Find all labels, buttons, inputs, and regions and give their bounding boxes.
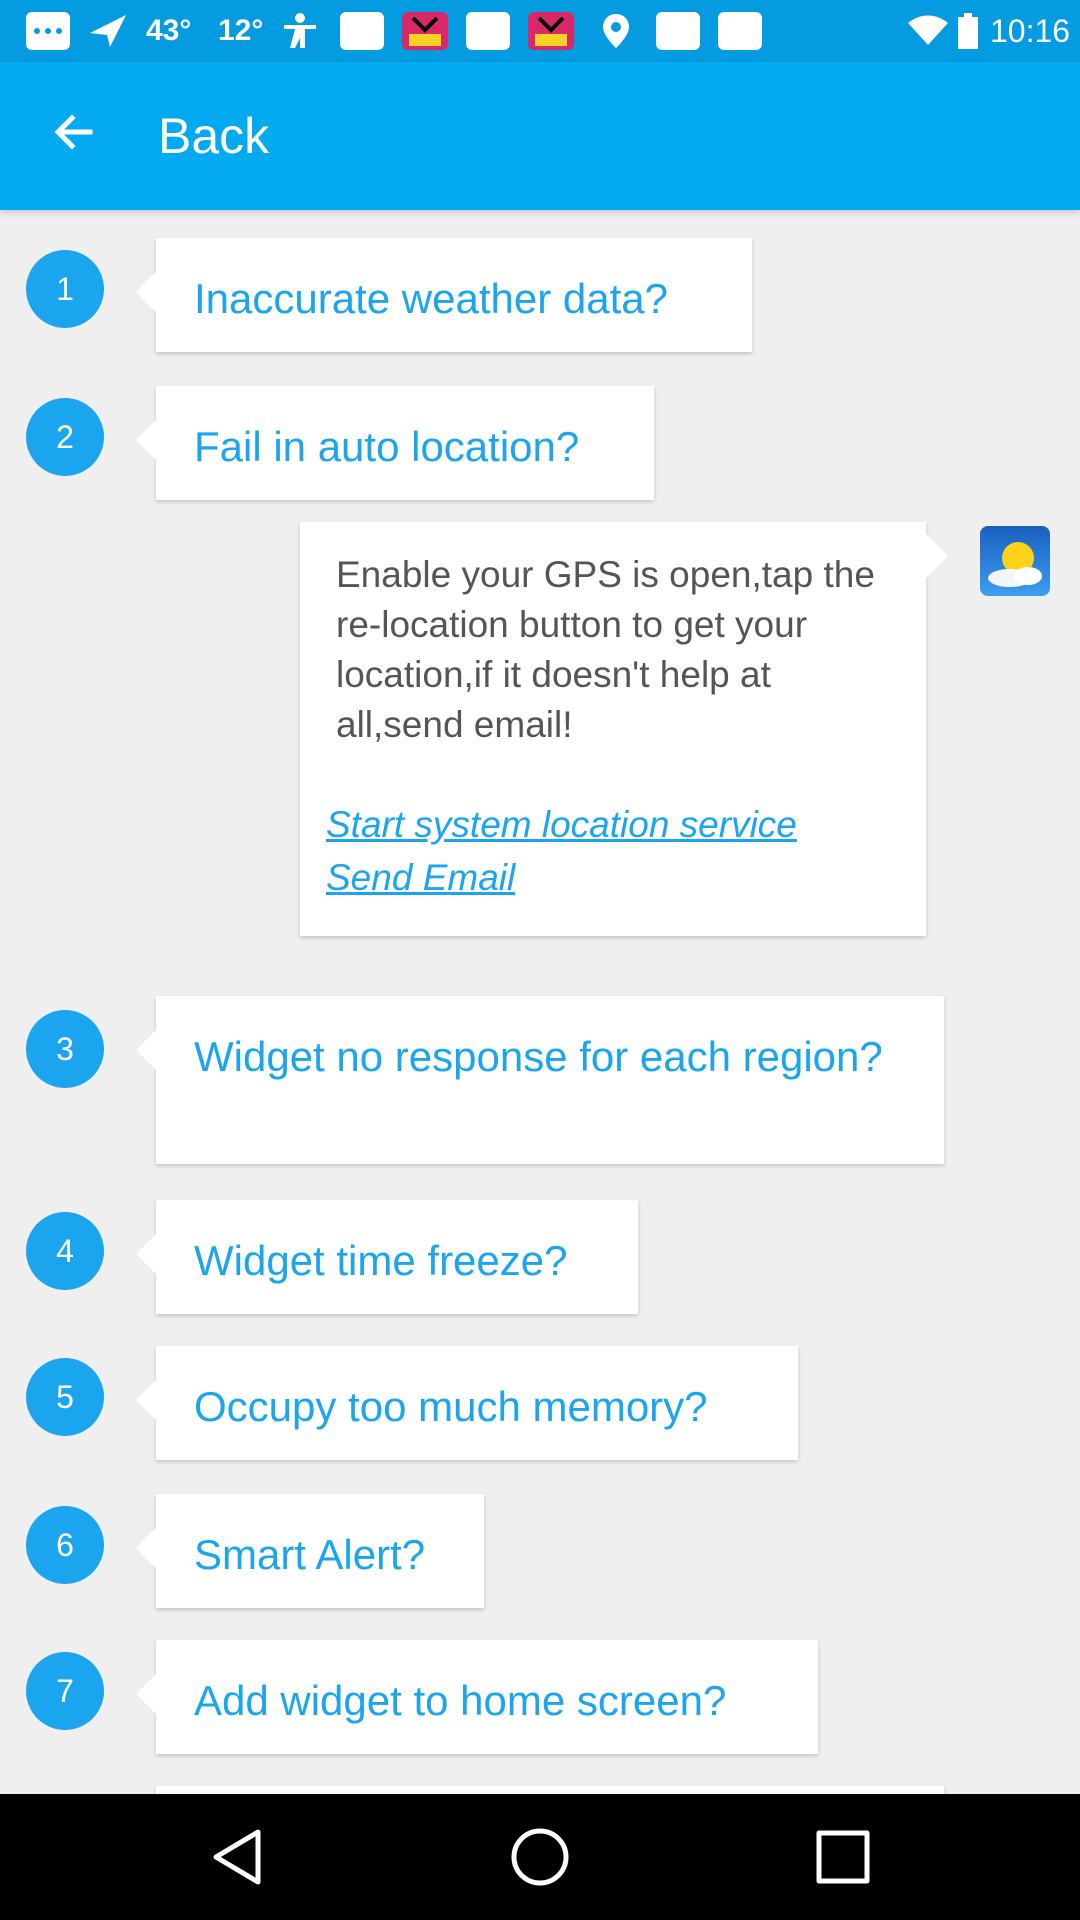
app-icon	[718, 12, 762, 50]
pop-app-icon	[402, 12, 448, 50]
nav-back-icon[interactable]	[206, 1824, 272, 1890]
faq-question-4[interactable]: Widget time freeze?	[136, 1200, 638, 1314]
faq-number-badge: 4	[26, 1212, 104, 1290]
wifi-icon	[908, 12, 948, 50]
app-icon	[656, 12, 700, 50]
nav-recents-icon[interactable]	[810, 1824, 876, 1890]
faq-question-1[interactable]: Inaccurate weather data?	[136, 238, 752, 352]
app-bar: Back	[0, 62, 1080, 210]
faq-number-badge: 2	[26, 398, 104, 476]
notification-icon	[26, 12, 70, 50]
answer-bubble: Enable your GPS is open,tap the re-locat…	[300, 522, 948, 936]
faq-list: 1 Inaccurate weather data? 2 Fail in aut…	[0, 210, 1080, 1794]
status-time: 10:16	[990, 12, 1071, 49]
faq-question-3[interactable]: Widget no response for each region?	[136, 996, 944, 1164]
pop-app-icon	[528, 12, 574, 50]
map-pin-icon	[596, 12, 636, 50]
answer-text: Enable your GPS is open,tap the re-locat…	[336, 554, 875, 745]
faq-question-2[interactable]: Fail in auto location?	[136, 386, 654, 500]
faq-number-badge: 1	[26, 250, 104, 328]
start-location-service-link[interactable]: Start system location service	[326, 798, 886, 851]
status-bar: 43° 12° 10:16	[0, 0, 1080, 62]
accessibility-icon	[280, 12, 320, 50]
location-arrow-icon	[86, 12, 130, 50]
app-icon	[340, 12, 384, 50]
weather-sun-cloud-icon	[980, 526, 1050, 596]
faq-number-badge: 3	[26, 1010, 104, 1088]
faq-number-badge: 7	[26, 1652, 104, 1730]
faq-item-partial	[156, 1786, 944, 1794]
faq-number-badge: 6	[26, 1506, 104, 1584]
faq-question-6[interactable]: Smart Alert?	[136, 1494, 484, 1608]
app-icon	[466, 12, 510, 50]
send-email-link[interactable]: Send Email	[326, 851, 886, 904]
faq-question-5[interactable]: Occupy too much memory?	[136, 1346, 798, 1460]
arrow-left-icon[interactable]	[44, 102, 104, 162]
status-temp-1: 43°	[146, 14, 192, 47]
system-nav-bar	[0, 1794, 1080, 1920]
faq-question-7[interactable]: Add widget to home screen?	[136, 1640, 818, 1754]
battery-icon	[952, 12, 984, 50]
faq-number-badge: 5	[26, 1358, 104, 1436]
nav-home-icon[interactable]	[507, 1824, 573, 1890]
page-title[interactable]: Back	[158, 106, 269, 166]
status-temp-2: 12°	[218, 14, 264, 47]
